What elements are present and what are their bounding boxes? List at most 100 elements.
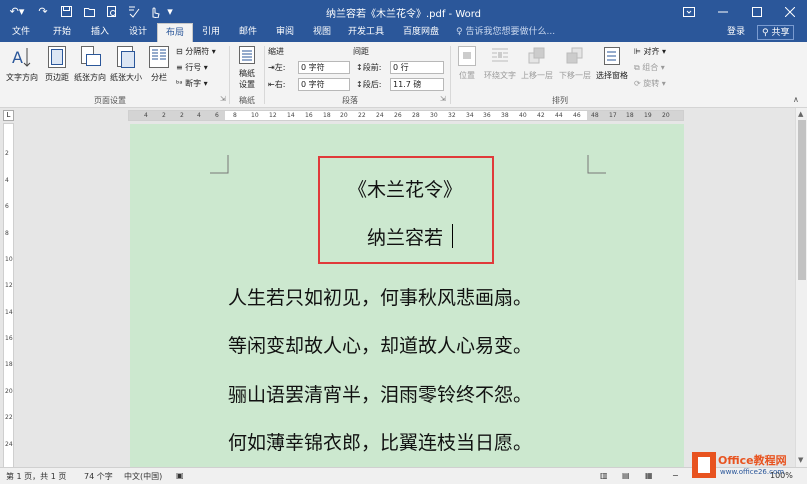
vruler-numbers: 2 4 6 8 10 12 14 16 18 20 22 24	[4, 124, 13, 467]
share-button[interactable]: ⚲ 共享	[757, 25, 795, 40]
word-count[interactable]: 74 个字	[84, 471, 113, 482]
print-layout-icon[interactable]: ▤	[622, 471, 630, 480]
tab-references[interactable]: 引用	[196, 23, 226, 42]
page-setup-launcher-icon[interactable]: ⇲	[220, 95, 226, 103]
read-mode-icon[interactable]: ▥	[600, 471, 608, 480]
ruler-number: 19	[644, 112, 652, 119]
paragraph-group-label: 段落	[342, 96, 358, 105]
spacing-before-label: ↕段前:	[356, 63, 382, 72]
macro-record-icon[interactable]: ▣	[176, 471, 184, 480]
send-backward-icon	[566, 47, 583, 64]
vruler-number: 12	[5, 282, 13, 289]
spacing-after-label: ↕段后:	[356, 80, 382, 89]
ribbon-tabs: 文件 开始 插入 设计 布局 引用 邮件 审阅 视图 开发工具 百度网盘 ♀ 告…	[0, 23, 807, 42]
zoom-out-icon[interactable]: −	[672, 471, 679, 480]
indent-right-label: ⇤右:	[268, 80, 286, 89]
ruler-number: 6	[215, 112, 219, 119]
align-button[interactable]: ⊫ 对齐 ▾	[634, 46, 666, 57]
close-icon[interactable]	[773, 0, 807, 23]
hyphenation-button[interactable]: ᵇᵃ 断字 ▾	[176, 78, 208, 89]
poem-line[interactable]: 人生若只如初见，何事秋风悲画扇。	[228, 283, 532, 310]
poem-line[interactable]: 何如薄幸锦衣郎，比翼连枝当日愿。	[228, 428, 532, 455]
maximize-icon[interactable]	[740, 0, 774, 23]
draft-paper-button[interactable]: 稿纸 设置	[233, 45, 261, 93]
language-status[interactable]: 中文(中国)	[124, 471, 162, 482]
align-icon: ⊫	[634, 47, 641, 56]
vruler-number: 4	[5, 177, 9, 184]
ruler-number: 2	[162, 112, 166, 119]
collapse-ribbon-icon[interactable]: ∧	[793, 95, 799, 104]
tell-me-search[interactable]: ♀ 告诉我您想要做什么...	[456, 23, 555, 42]
spacing-before-input[interactable]: 0 行	[390, 61, 444, 74]
orientation-label: 纸张方向	[74, 73, 106, 82]
vertical-ruler[interactable]: 2 4 6 8 10 12 14 16 18 20 22 24	[3, 123, 14, 468]
ruler-number: 46	[573, 112, 581, 119]
tab-file[interactable]: 文件	[6, 23, 36, 42]
poem-line[interactable]: 等闲变却故人心，却道故人心易变。	[228, 331, 532, 358]
ruler-number: 18	[323, 112, 331, 119]
hyphenation-label: 断字	[185, 79, 202, 88]
paragraph-launcher-icon[interactable]: ⇲	[440, 95, 446, 103]
indent-left-input[interactable]: 0 字符	[298, 61, 350, 74]
tab-selector-icon[interactable]: L	[3, 110, 14, 121]
scroll-up-icon[interactable]: ▲	[798, 110, 803, 118]
ruler-number: 28	[412, 112, 420, 119]
scrollbar-thumb[interactable]	[798, 120, 806, 280]
bring-forward-label: 上移一层	[521, 71, 553, 80]
ruler-numbers: 4 2 2 4 6 8 10 12 14 16 18 20 22 24 26 28 30 32 34 36 38 40 42…	[129, 111, 683, 120]
group-separator	[229, 46, 230, 104]
tab-layout[interactable]: 布局	[157, 23, 193, 42]
page-count[interactable]: 第 1 页，共 1 页	[6, 471, 66, 482]
text-direction-button[interactable]: A 文字方向	[4, 45, 40, 90]
tab-view[interactable]: 视图	[306, 23, 338, 42]
orientation-button[interactable]: 纸张方向	[72, 45, 108, 90]
ruler-number: 18	[626, 112, 634, 119]
line-numbers-button[interactable]: ≡ 行号 ▾	[176, 62, 208, 73]
poem-line[interactable]: 骊山语罢清宵半，泪雨零铃终不怨。	[228, 380, 532, 407]
send-backward-button[interactable]: 下移一层	[556, 45, 594, 90]
vruler-number: 16	[5, 335, 13, 342]
svg-text:A: A	[12, 48, 23, 67]
ruler-number: 4	[197, 112, 201, 119]
vruler-number: 6	[5, 203, 9, 210]
page-setup-group-label: 页面设置	[94, 96, 126, 105]
share-label: 共享	[771, 28, 790, 38]
indent-right-input[interactable]: 0 字符	[298, 78, 350, 91]
watermark-url: www.office26.com	[720, 468, 785, 476]
tab-home[interactable]: 开始	[44, 23, 80, 42]
selection-pane-button[interactable]: 选择窗格	[594, 45, 630, 90]
arrange-group-label: 排列	[552, 96, 568, 105]
vruler-number: 18	[5, 361, 13, 368]
vruler-number: 2	[5, 150, 9, 157]
web-layout-icon[interactable]: ▦	[645, 471, 653, 480]
bring-forward-button[interactable]: 上移一层	[518, 45, 556, 90]
wrap-text-button[interactable]: 环绕文字	[482, 45, 518, 90]
ruler-number: 2	[180, 112, 184, 119]
ribbon-display-icon[interactable]	[672, 0, 706, 23]
tab-mailings[interactable]: 邮件	[232, 23, 264, 42]
tab-insert[interactable]: 插入	[82, 23, 118, 42]
tab-design[interactable]: 设计	[120, 23, 156, 42]
horizontal-ruler[interactable]: 4 2 2 4 6 8 10 12 14 16 18 20 22 24 26 28 30 32 34 36 38 40 42…	[128, 110, 684, 121]
position-button[interactable]: 位置	[455, 45, 479, 90]
tab-review[interactable]: 审阅	[269, 23, 301, 42]
group-objects-button[interactable]: ⧉ 组合 ▾	[634, 62, 665, 73]
rotate-button[interactable]: ⟳ 旋转 ▾	[634, 78, 666, 89]
orientation-icon	[81, 46, 101, 66]
spacing-after-input[interactable]: 11.7 磅	[390, 78, 444, 91]
minimize-icon[interactable]	[706, 0, 740, 23]
tab-developer[interactable]: 开发工具	[343, 23, 389, 42]
ruler-number: 20	[340, 112, 348, 119]
columns-button[interactable]: 分栏	[146, 45, 172, 90]
margins-button[interactable]: 页边距	[42, 45, 72, 90]
breaks-button[interactable]: ⊟ 分隔符 ▾	[176, 46, 216, 57]
vruler-number: 22	[5, 414, 13, 421]
ruler-number: 17	[609, 112, 617, 119]
send-backward-label: 下移一层	[559, 71, 591, 80]
hyphenation-icon: ᵇᵃ	[176, 79, 183, 88]
login-link[interactable]: 登录	[727, 23, 745, 42]
ribbon-layout: A 文字方向 页边距 纸张方向 纸张大小 分栏 ⊟ 分隔符 ▾ ≡ 行号 ▾ ᵇ…	[0, 42, 807, 108]
size-button[interactable]: 纸张大小	[108, 45, 144, 90]
vertical-scrollbar[interactable]: ▲ ▼	[795, 108, 807, 467]
tab-baidu-netdisk[interactable]: 百度网盘	[396, 23, 446, 42]
